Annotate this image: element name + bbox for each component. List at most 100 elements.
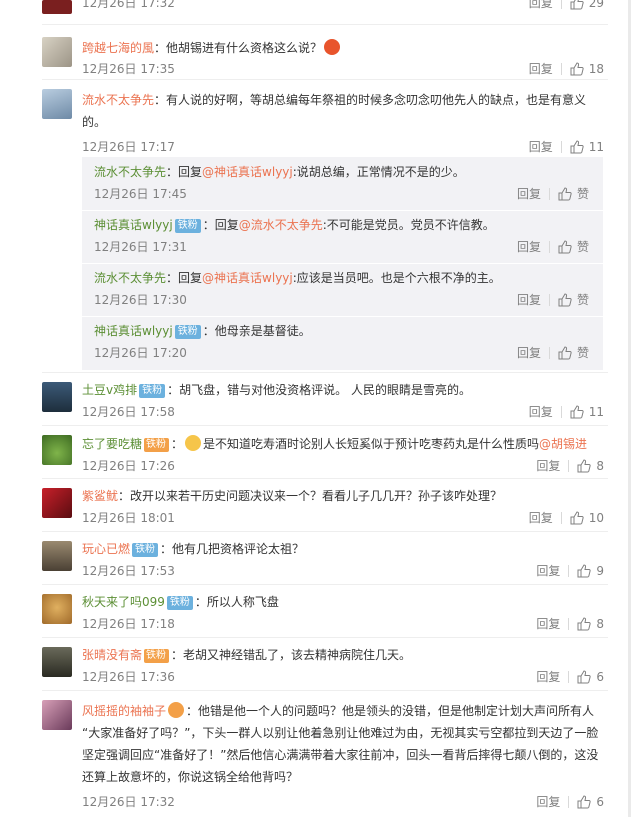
thumbs-up-icon — [577, 795, 592, 809]
username[interactable]: 流水不太争先 — [94, 271, 166, 285]
subreply-time: 12月26日 17:31 — [94, 240, 187, 254]
avatar[interactable] — [42, 700, 72, 730]
divider — [568, 796, 570, 808]
separator: ： — [186, 704, 199, 718]
reply-button[interactable]: 回复 — [529, 506, 553, 530]
fan-badge: 铁粉 — [174, 219, 201, 233]
subreply-time: 12月26日 17:20 — [94, 346, 187, 360]
mention-link[interactable]: @神话真话wlyyj — [202, 165, 293, 179]
username[interactable]: 张晴没有斋 — [82, 648, 142, 662]
thumbs-up-icon — [570, 140, 584, 154]
username[interactable]: 秋天来了吗099 — [82, 595, 165, 609]
fan-badge: 铁粉 — [166, 596, 193, 610]
divider — [42, 79, 608, 80]
like-button[interactable]: 赞 — [558, 236, 589, 258]
reply-prefix: 回复 — [214, 218, 239, 232]
reply-button[interactable]: 回复 — [536, 665, 560, 689]
separator: ： — [154, 93, 167, 107]
divider — [42, 478, 608, 479]
like-button[interactable]: 9 — [577, 559, 604, 583]
avatar[interactable] — [42, 382, 72, 412]
divider — [42, 24, 608, 25]
avatar[interactable] — [42, 594, 72, 624]
subreply-text: :不可能是党员。党员不许信教。 — [322, 218, 495, 232]
reply-button[interactable]: 回复 — [517, 183, 541, 205]
like-count: 6 — [596, 670, 604, 684]
thumbs-up-icon — [570, 62, 584, 76]
thumbs-up-icon — [577, 459, 592, 473]
username[interactable]: 忘了要吃糖 — [82, 437, 142, 451]
thinking-emoji-icon — [185, 435, 202, 451]
comment-time: 12月26日 17:26 — [82, 459, 175, 473]
reply-button[interactable]: 回复 — [517, 236, 541, 258]
like-button[interactable]: 29 — [570, 0, 604, 15]
username[interactable]: 跨越七海的風 — [82, 41, 154, 55]
username[interactable]: 风摇摇的袖袖子 — [82, 704, 166, 718]
reply-button[interactable]: 回复 — [536, 559, 560, 583]
comment-time: 12月26日 17:53 — [82, 564, 175, 578]
comment-text: 老胡又神经错乱了，该去精神病院住几天。 — [183, 648, 412, 662]
like-button[interactable]: 8 — [577, 454, 604, 478]
like-button[interactable]: 6 — [577, 665, 604, 689]
thumbs-up-icon — [577, 670, 592, 684]
divider — [560, 406, 562, 418]
avatar[interactable] — [42, 435, 72, 465]
thumbs-up-icon — [558, 187, 572, 201]
divider — [548, 241, 550, 253]
like-button[interactable]: 11 — [570, 135, 604, 159]
username[interactable]: 玩心已燃 — [82, 542, 130, 556]
comment-time: 12月26日 17:18 — [82, 617, 175, 631]
mention-link[interactable]: @胡锡进 — [539, 437, 587, 451]
comment-text: 所以人称飞盘 — [206, 595, 279, 609]
avatar[interactable] — [42, 37, 72, 67]
reply-button[interactable]: 回复 — [536, 454, 560, 478]
reply-button[interactable]: 回复 — [529, 135, 553, 159]
vip-fan-badge: 铁粉 — [144, 438, 170, 452]
avatar[interactable] — [42, 0, 72, 14]
avatar[interactable] — [42, 488, 72, 518]
like-count: 8 — [596, 459, 604, 473]
mention-link[interactable]: @流水不太争先 — [239, 218, 323, 232]
username[interactable]: 神话真话wlyyj — [94, 218, 173, 232]
reply-button[interactable]: 回复 — [529, 57, 553, 81]
username[interactable]: 土豆v鸡排 — [82, 383, 137, 397]
like-label: 赞 — [576, 187, 589, 201]
like-button[interactable]: 8 — [577, 612, 604, 636]
username[interactable]: 神话真话wlyyj — [94, 324, 173, 338]
like-button[interactable]: 11 — [570, 400, 604, 424]
like-button[interactable]: 10 — [570, 506, 604, 530]
like-button[interactable]: 6 — [577, 790, 604, 814]
avatar[interactable] — [42, 89, 72, 119]
divider — [568, 565, 570, 577]
vip-crown-icon — [168, 702, 185, 718]
username[interactable]: 紫鲨鱿 — [82, 489, 118, 503]
username[interactable]: 流水不太争先 — [94, 165, 166, 179]
reply-button[interactable]: 回复 — [517, 289, 541, 311]
reply-button[interactable]: 回复 — [517, 342, 541, 364]
comment-time: 12月26日 17:58 — [82, 405, 175, 419]
separator: ： — [167, 383, 180, 397]
reply-button[interactable]: 回复 — [529, 0, 553, 15]
separator: ： — [171, 648, 184, 662]
like-button[interactable]: 赞 — [558, 342, 589, 364]
reply-button[interactable]: 回复 — [529, 400, 553, 424]
fan-badge: 铁粉 — [174, 325, 201, 339]
avatar[interactable] — [42, 541, 72, 571]
username[interactable]: 流水不太争先 — [82, 93, 154, 107]
reply-button[interactable]: 回复 — [536, 612, 560, 636]
like-count: 9 — [596, 564, 604, 578]
like-button[interactable]: 赞 — [558, 289, 589, 311]
comment-text: 胡飞盘，错与对他没资格评说。 人民的眼睛是雪亮的。 — [179, 383, 471, 397]
like-button[interactable]: 赞 — [558, 183, 589, 205]
mention-link[interactable]: @神话真话wlyyj — [202, 271, 293, 285]
divider — [568, 671, 570, 683]
like-label: 赞 — [576, 346, 589, 360]
like-button[interactable]: 18 — [570, 57, 604, 81]
subreply-time: 12月26日 17:45 — [94, 187, 187, 201]
avatar[interactable] — [42, 647, 72, 677]
subreply-text: 他母亲是基督徒。 — [214, 324, 311, 338]
like-count: 10 — [588, 511, 604, 525]
comment-time: 12月26日 17:35 — [82, 62, 175, 76]
separator: ： — [154, 41, 167, 55]
reply-button[interactable]: 回复 — [536, 790, 560, 814]
